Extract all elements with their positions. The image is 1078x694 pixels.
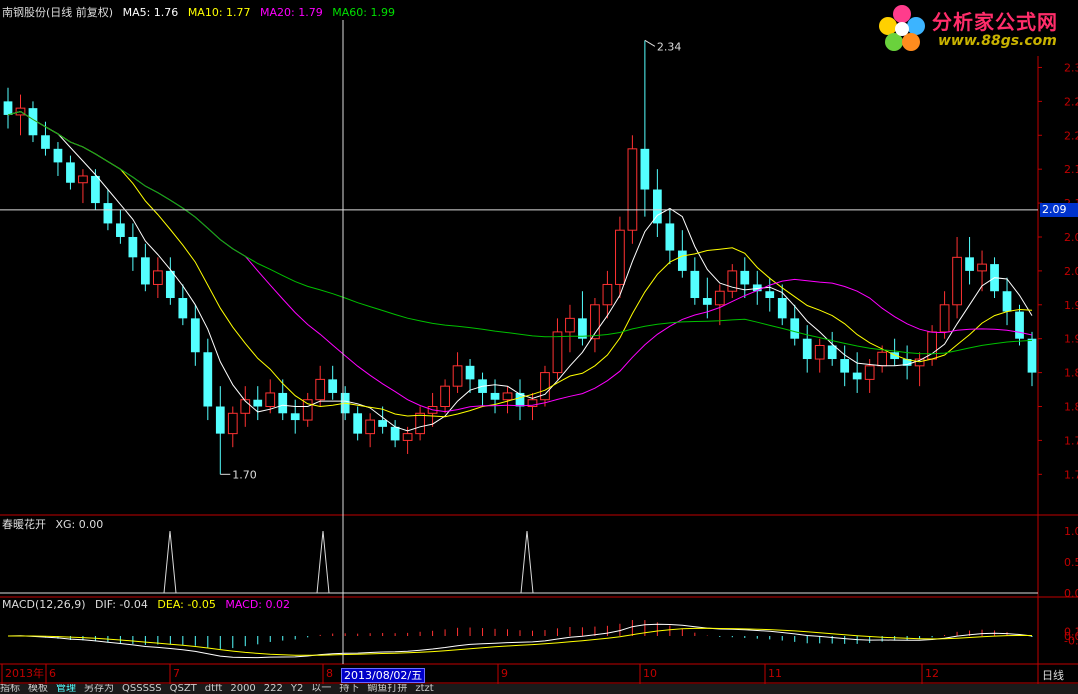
macd-macd: MACD: 0.02	[225, 598, 290, 611]
macd-header: MACD(12,26,9) DIF: -0.04 DEA: -0.05 MACD…	[2, 598, 296, 612]
period-label[interactable]: 日线	[1042, 667, 1064, 683]
price-tick-label: 1.9	[1064, 333, 1078, 346]
toolbar-item[interactable]: 管理	[56, 684, 76, 694]
logo-url: www.88gs.com	[938, 33, 1057, 49]
chart-frame	[0, 0, 1078, 694]
price-tick-label: 2.1	[1064, 163, 1078, 176]
price-tick-label: 2.0	[1064, 231, 1078, 244]
crosshair-date: 2013/08/02/五	[341, 668, 426, 683]
macd-dif: DIF: -0.04	[95, 598, 148, 611]
toolbar-item[interactable]: 222	[264, 684, 283, 694]
candle	[627, 135, 638, 244]
date-tick-label: 2013年	[5, 666, 44, 680]
date-tick-label: 8	[326, 667, 333, 680]
site-logo: 分析家公式网 www.88gs.com	[874, 0, 1078, 56]
ma20-value: MA20: 1.79	[260, 6, 323, 19]
macd-tick-label: -0.1	[1064, 634, 1078, 647]
toolbar-item[interactable]: 以一	[311, 684, 331, 694]
indicator-value: XG: 0.00	[55, 518, 104, 531]
toolbar-item[interactable]: QSSSSS	[122, 684, 162, 694]
price-tick-label: 2.0	[1064, 265, 1078, 278]
price-tick-label: 1.8	[1064, 401, 1078, 414]
date-tick-label: 10	[643, 667, 657, 680]
price-tick-label: 1.7	[1064, 434, 1078, 447]
main-header: 南钢股份(日线 前复权) MA5: 1.76 MA10: 1.77 MA20: …	[2, 6, 401, 20]
toolbar-item[interactable]: 持下	[339, 684, 359, 694]
price-tick-label: 1.8	[1064, 367, 1078, 380]
logo-brand: 分析家公式网	[932, 10, 1058, 34]
price-tick-label: 1.7	[1064, 468, 1078, 481]
date-tick-label: 9	[501, 667, 508, 680]
xg-tick-label: 1.0	[1064, 525, 1078, 538]
ma10-value: MA10: 1.77	[187, 6, 251, 19]
crosshair-price: 2.09	[1040, 202, 1078, 217]
indicator-header: 春暖花开 XG: 0.00	[2, 518, 109, 532]
indicator-name: 春暖花开	[2, 518, 46, 531]
ma60-value: MA60: 1.99	[332, 6, 395, 19]
toolbar-item[interactable]: dtft	[205, 684, 223, 694]
date-tick-label: 11	[768, 667, 782, 680]
toolbar-item[interactable]: ztzt	[415, 684, 433, 694]
price-tick-label: 2.2	[1064, 129, 1078, 142]
toolbar-item[interactable]: 鲷鱼打拼	[367, 684, 407, 694]
macd-name: MACD(12,26,9)	[2, 598, 86, 611]
toolbar-item[interactable]: 模板	[28, 684, 48, 694]
price-tick-label: 2.3	[1064, 61, 1078, 74]
toolbar-item[interactable]: 2000	[230, 684, 255, 694]
macd-dea: DEA: -0.05	[157, 598, 216, 611]
date-tick-label: 12	[925, 667, 939, 680]
toolbar-item[interactable]: 指标	[0, 684, 20, 694]
stock-chart[interactable]: 2.341.70 1.00.50.0 0.10.0-0.1 2.32.22.22…	[0, 0, 1078, 694]
toolbar-item[interactable]: Y2	[291, 684, 303, 694]
low-label: 1.70	[232, 468, 256, 481]
bottom-toolbar: 指标 模板 管理 另存为 QSSSSS QSZT dtft 2000 222 Y2 以一 持下 鲷鱼打拼…	[0, 684, 1078, 694]
xg-tick-label: 0.0	[1064, 587, 1078, 600]
toolbar-item[interactable]: QSZT	[170, 684, 197, 694]
toolbar-item[interactable]: 另存为	[84, 684, 114, 694]
flower-logo-icon	[879, 5, 925, 51]
high-label: 2.34	[657, 40, 682, 53]
ma5-value: MA5: 1.76	[122, 6, 179, 19]
price-tick-label: 2.2	[1064, 95, 1078, 108]
price-tick-label: 1.9	[1064, 299, 1078, 312]
date-tick-label: 6	[49, 667, 56, 680]
xg-tick-label: 0.5	[1064, 556, 1078, 569]
date-tick-label: 7	[173, 667, 180, 680]
stock-title: 南钢股份(日线 前复权)	[2, 6, 114, 19]
